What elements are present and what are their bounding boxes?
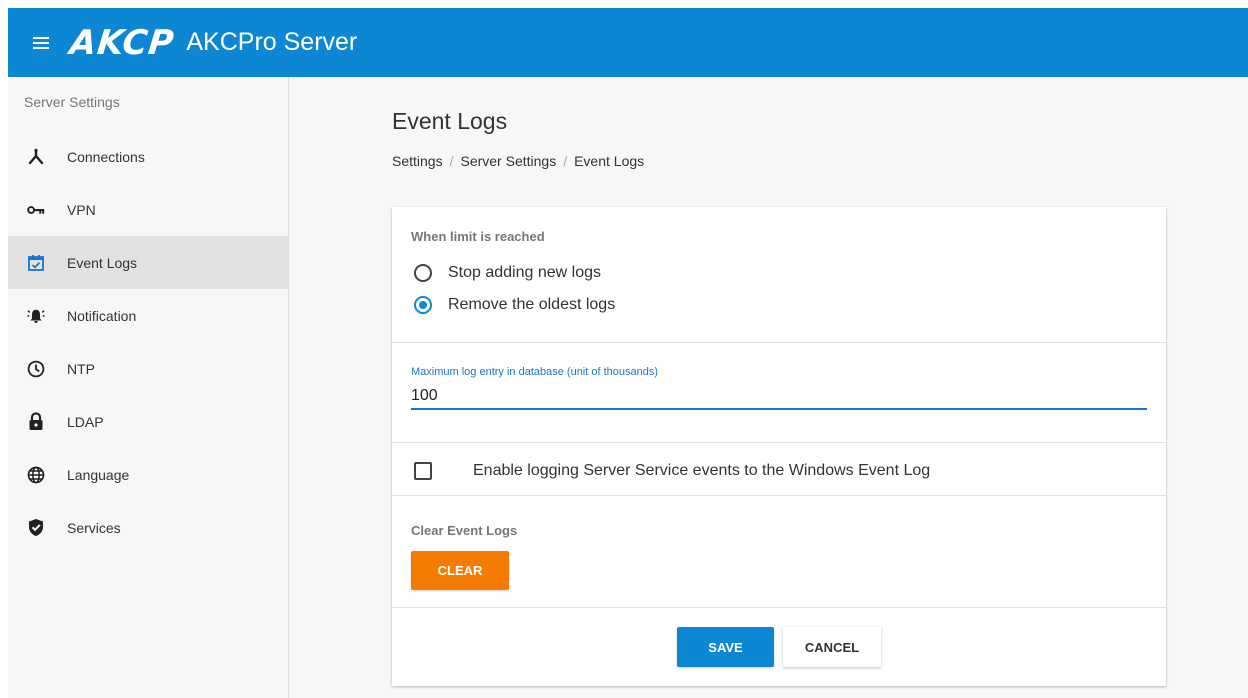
clock-icon	[27, 360, 45, 378]
radio-button[interactable]	[414, 296, 432, 314]
connections-icon	[27, 148, 45, 166]
sidebar-header: Server Settings	[24, 94, 120, 110]
breadcrumb-event-logs: Event Logs	[574, 153, 645, 169]
max-log-label: Maximum log entry in database (unit of t…	[411, 366, 659, 378]
radio-label: Remove the oldest logs	[448, 296, 616, 313]
max-log-input[interactable]	[411, 384, 1147, 410]
sidebar-item-label: VPN	[67, 201, 96, 218]
globe-icon	[27, 466, 45, 484]
sidebar: Server Settings Connections VPN Event Lo…	[8, 77, 289, 698]
sidebar-item-label: Language	[67, 466, 130, 483]
sidebar-item-connections[interactable]: Connections	[8, 130, 288, 183]
max-log-section: Maximum log entry in database (unit of t…	[392, 343, 1166, 442]
sidebar-item-label: Event Logs	[67, 254, 138, 271]
main-content: Event Logs Settings / Server Settings / …	[289, 77, 1248, 698]
radio-remove-oldest[interactable]: Remove the oldest logs	[414, 296, 615, 314]
app-title: AKCPro Server	[186, 28, 358, 56]
breadcrumb-settings[interactable]: Settings	[392, 153, 443, 169]
breadcrumb-separator: /	[563, 153, 568, 169]
limit-section-label: When limit is reached	[411, 229, 545, 244]
actions-section: SAVE CANCEL	[392, 608, 1166, 686]
page-title: Event Logs	[392, 108, 508, 134]
windows-log-label: Enable logging Server Service events to …	[473, 462, 931, 479]
breadcrumb-server-settings[interactable]: Server Settings	[460, 153, 556, 169]
breadcrumb: Settings / Server Settings / Event Logs	[392, 153, 644, 169]
sidebar-item-ldap[interactable]: LDAP	[8, 395, 288, 448]
radio-button[interactable]	[414, 264, 432, 282]
lock-icon	[27, 412, 45, 431]
limit-section: When limit is reached Stop adding new lo…	[392, 207, 1166, 342]
clear-button[interactable]: CLEAR	[411, 551, 509, 590]
sidebar-item-label: NTP	[67, 360, 95, 377]
save-button[interactable]: SAVE	[677, 627, 774, 667]
windows-log-checkbox-row[interactable]: Enable logging Server Service events to …	[414, 462, 930, 480]
sidebar-item-label: Notification	[67, 307, 137, 324]
sidebar-item-notification[interactable]: Notification	[8, 289, 288, 342]
sidebar-nav: Connections VPN Event Logs Notification …	[8, 130, 288, 554]
event-logs-card: When limit is reached Stop adding new lo…	[392, 207, 1166, 686]
radio-stop-adding[interactable]: Stop adding new logs	[414, 264, 601, 282]
shield-check-icon	[27, 519, 45, 537]
sidebar-item-ntp[interactable]: NTP	[8, 342, 288, 395]
sidebar-item-event-logs[interactable]: Event Logs	[8, 236, 288, 289]
sidebar-item-services[interactable]: Services	[8, 501, 288, 554]
clear-section-label: Clear Event Logs	[411, 523, 518, 538]
key-icon	[27, 201, 45, 219]
clear-section: Clear Event Logs CLEAR	[392, 496, 1166, 607]
windows-log-checkbox[interactable]	[414, 462, 432, 480]
breadcrumb-separator: /	[449, 153, 454, 169]
sidebar-item-label: LDAP	[67, 413, 104, 430]
top-app-bar: AKCP AKCPro Server	[8, 8, 1248, 77]
cancel-button[interactable]: CANCEL	[783, 627, 881, 667]
bell-ring-icon	[27, 307, 45, 325]
radio-label: Stop adding new logs	[448, 264, 601, 281]
sidebar-item-label: Services	[67, 519, 121, 536]
windows-log-section: Enable logging Server Service events to …	[392, 443, 1166, 495]
calendar-check-icon	[27, 254, 45, 272]
sidebar-item-language[interactable]: Language	[8, 448, 288, 501]
sidebar-item-vpn[interactable]: VPN	[8, 183, 288, 236]
hamburger-icon[interactable]	[33, 36, 49, 49]
akcp-logo: AKCP	[67, 22, 177, 63]
sidebar-item-label: Connections	[67, 148, 145, 165]
